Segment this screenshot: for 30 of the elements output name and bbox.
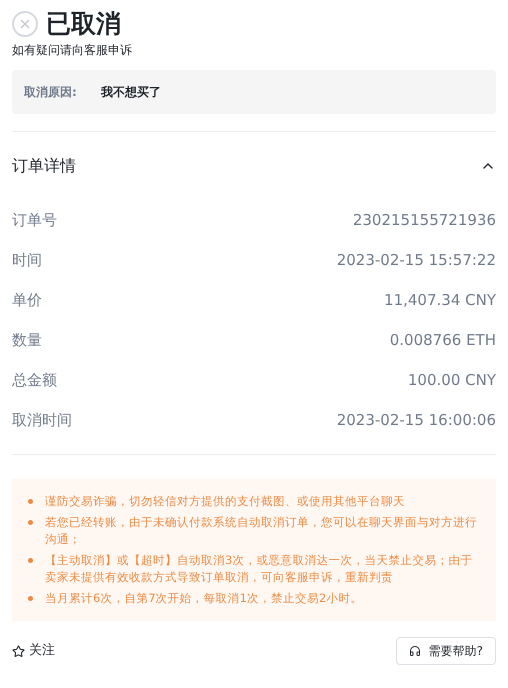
detail-value: 230215155721936 — [352, 210, 496, 231]
details-title: 订单详情 — [12, 155, 76, 177]
detail-label: 数量 — [12, 330, 42, 351]
notice-text: 【主动取消】或【超时】自动取消3次，或恶意取消达一次，当天禁止交易；由于卖家未提供有效收款方式导致订单取消，可向客服申诉，重新判责 — [45, 552, 474, 586]
cancelled-icon — [12, 11, 38, 37]
reason-value: 我不想买了 — [100, 84, 161, 101]
status-subtitle: 如有疑问请向客服申诉 — [12, 42, 133, 58]
notice-text: 谨防交易诈骗，切勿轻信对方提供的支付截图、或使用其他平台聊天 — [45, 493, 405, 510]
bullet-icon — [28, 520, 33, 525]
detail-value: 100.00 CNY — [408, 370, 496, 391]
detail-value: 2023-02-15 16:00:06 — [336, 410, 496, 431]
bullet-icon — [28, 596, 33, 601]
detail-label: 取消时间 — [12, 410, 72, 431]
notice-text: 当月累计6次，自第7次开始，每取消1次，禁止交易2小时。 — [45, 590, 362, 607]
detail-label: 单价 — [12, 290, 42, 311]
follow-button[interactable]: 关注 — [12, 641, 55, 661]
detail-label: 订单号 — [12, 210, 57, 231]
detail-value: 0.008766 ETH — [390, 330, 496, 351]
detail-label: 时间 — [12, 250, 42, 271]
detail-value: 11,407.34 CNY — [384, 290, 496, 311]
headset-icon — [408, 645, 421, 657]
detail-value: 2023-02-15 15:57:22 — [336, 250, 496, 271]
detail-label: 总金额 — [12, 370, 57, 391]
bullet-icon — [28, 558, 33, 563]
help-button[interactable]: 需要帮助? — [396, 637, 496, 665]
bullet-icon — [28, 499, 33, 504]
star-icon — [12, 644, 25, 658]
reason-label: 取消原因: — [24, 84, 77, 101]
status-title: 已取消 — [46, 8, 121, 40]
notice-text: 若您已经转账，由于未确认付款系统自动取消订单，您可以在聊天界面与对方进行沟通； — [45, 514, 478, 548]
